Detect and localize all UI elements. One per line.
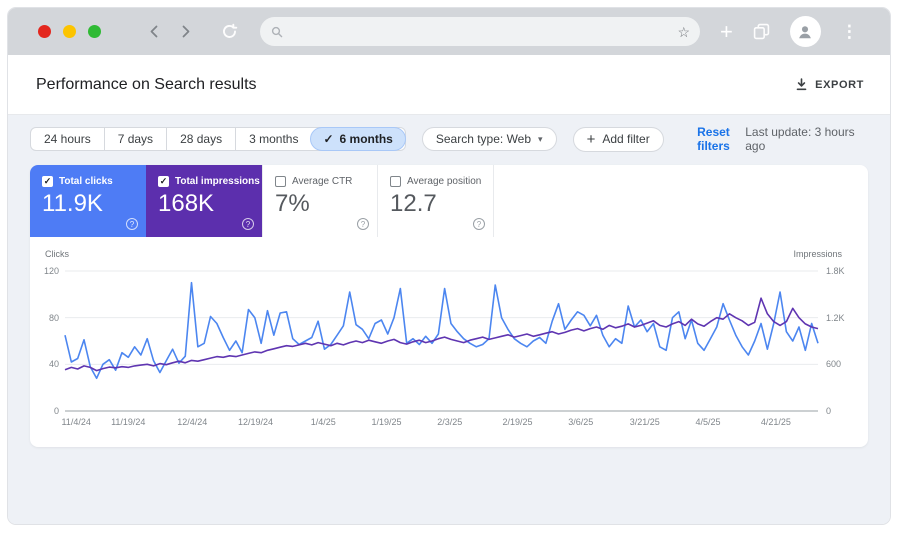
x-axis-tick-label: 2/19/25 <box>502 417 533 427</box>
right-axis-ticks: 1.8K 1.2K 600 0 <box>826 266 862 416</box>
x-axis-tick-label: 3/21/25 <box>629 417 660 427</box>
metric-tiles: ✓ Total clicks 11.9K ? ✓ Total impressio… <box>30 165 868 237</box>
filter-bar: 24 hours 7 days 28 days 3 months ✓ 6 mon… <box>30 125 868 153</box>
address-bar[interactable]: ☆ <box>260 17 700 46</box>
metric-label: Average position <box>407 176 482 187</box>
timeseries-chart: Clicks Impressions 120 80 40 0 1.8K 1.2K 600 0… <box>30 237 868 447</box>
chevron-down-icon: ▾ <box>538 133 543 144</box>
range-7-days[interactable]: 7 days <box>103 128 166 150</box>
axis-tick-label: 0 <box>53 406 59 416</box>
plot-area <box>65 271 818 411</box>
checkbox-checked-icon[interactable]: ✓ <box>158 176 169 187</box>
checkbox-unchecked-icon[interactable] <box>390 176 401 187</box>
x-axis-tick-label: 4/21/25 <box>760 417 791 427</box>
x-axis-tick-label: 1/4/25 <box>310 417 336 427</box>
help-icon[interactable]: ? <box>126 218 138 230</box>
x-axis-tick-label: 11/19/24 <box>111 417 146 427</box>
x-axis-labels: 11/4/24 11/19/24 12/4/24 12/19/24 1/4/25 1/19… <box>61 417 818 429</box>
browser-window: ☆ + ⋮ Performance on Search results EXPO… <box>7 7 891 525</box>
add-filter-button[interactable]: + Add filter <box>572 126 664 152</box>
checkbox-checked-icon[interactable]: ✓ <box>42 176 53 187</box>
minimize-window-button[interactable] <box>63 25 76 38</box>
range-3-months[interactable]: 3 months <box>235 128 311 150</box>
browser-chrome: ☆ + ⋮ <box>8 8 890 55</box>
x-axis-tick-label: 12/4/24 <box>177 417 208 427</box>
x-axis-tick-label: 4/5/25 <box>695 417 721 427</box>
help-icon[interactable]: ? <box>242 218 254 230</box>
range-24-hours[interactable]: 24 hours <box>31 128 104 150</box>
range-6-months-label: 6 months <box>339 132 393 146</box>
axis-tick-label: 80 <box>48 312 59 323</box>
export-button[interactable]: EXPORT <box>795 78 864 91</box>
axis-tick-label: 120 <box>43 266 59 276</box>
new-tab-icon[interactable]: + <box>720 20 733 43</box>
x-axis-tick-label: 11/4/24 <box>61 417 91 427</box>
tile-average-ctr[interactable]: Average CTR 7% ? <box>262 165 378 237</box>
search-type-dropdown[interactable]: Search type: Web ▾ <box>421 127 557 151</box>
check-icon: ✓ <box>323 132 334 146</box>
metric-label: Total clicks <box>59 176 113 187</box>
export-label: EXPORT <box>815 78 864 91</box>
range-6-months-selected[interactable]: ✓ 6 months <box>310 127 406 151</box>
metric-label: Average CTR <box>292 176 353 187</box>
axis-tick-label: 40 <box>48 359 59 370</box>
x-axis-tick-label: 1/19/25 <box>371 417 402 427</box>
profile-avatar[interactable] <box>789 16 821 47</box>
help-icon[interactable]: ? <box>357 218 369 230</box>
add-filter-label: Add filter <box>602 132 650 146</box>
reset-filters-link[interactable]: Reset filters <box>682 125 746 153</box>
left-axis-ticks: 120 80 40 0 <box>30 266 59 416</box>
page-title: Performance on Search results <box>36 75 257 93</box>
tile-total-clicks[interactable]: ✓ Total clicks 11.9K ? <box>30 165 146 237</box>
metric-value: 7% <box>275 190 310 217</box>
last-update-text: Last update: 3 hours ago <box>745 125 855 153</box>
date-range-selector: 24 hours 7 days 28 days 3 months ✓ 6 mon… <box>30 127 406 151</box>
metric-value: 12.7 <box>390 190 437 217</box>
metric-value: 11.9K <box>42 190 103 217</box>
performance-chart-card: ✓ Total clicks 11.9K ? ✓ Total impressio… <box>30 165 868 447</box>
url-input[interactable] <box>284 24 678 39</box>
checkbox-unchecked-icon[interactable] <box>275 176 286 187</box>
forward-icon[interactable] <box>178 24 193 39</box>
back-icon[interactable] <box>147 24 162 39</box>
close-window-button[interactable] <box>38 25 51 38</box>
chart-svg <box>65 271 818 411</box>
download-icon <box>795 78 808 91</box>
right-axis-title: Impressions <box>793 249 842 259</box>
plus-icon: + <box>586 130 596 148</box>
metric-label: Total impressions <box>175 176 260 187</box>
window-controls <box>38 25 101 38</box>
overflow-menu-icon[interactable]: ⋮ <box>841 23 858 40</box>
tile-total-impressions[interactable]: ✓ Total impressions 168K ? <box>146 165 262 237</box>
x-axis-tick-label: 3/6/25 <box>568 417 594 427</box>
help-icon[interactable]: ? <box>473 218 485 230</box>
reload-icon[interactable] <box>221 23 238 40</box>
search-icon <box>270 25 284 39</box>
axis-tick-label: 1.2K <box>826 312 845 323</box>
axis-tick-label: 0 <box>826 406 832 416</box>
range-28-days[interactable]: 28 days <box>166 128 235 150</box>
axis-tick-label: 600 <box>826 359 842 370</box>
axis-tick-label: 1.8K <box>826 266 845 276</box>
tile-average-position[interactable]: Average position 12.7 ? <box>378 165 494 237</box>
search-type-label: Search type: Web <box>435 132 532 146</box>
x-axis-tick-label: 12/19/24 <box>237 417 274 427</box>
tab-switcher-icon[interactable] <box>753 23 770 40</box>
left-axis-title: Clicks <box>45 249 69 259</box>
x-axis-tick-label: 2/3/25 <box>437 417 463 427</box>
metric-value: 168K <box>158 190 215 217</box>
zoom-window-button[interactable] <box>88 25 101 38</box>
bookmark-star-icon[interactable]: ☆ <box>677 25 690 39</box>
